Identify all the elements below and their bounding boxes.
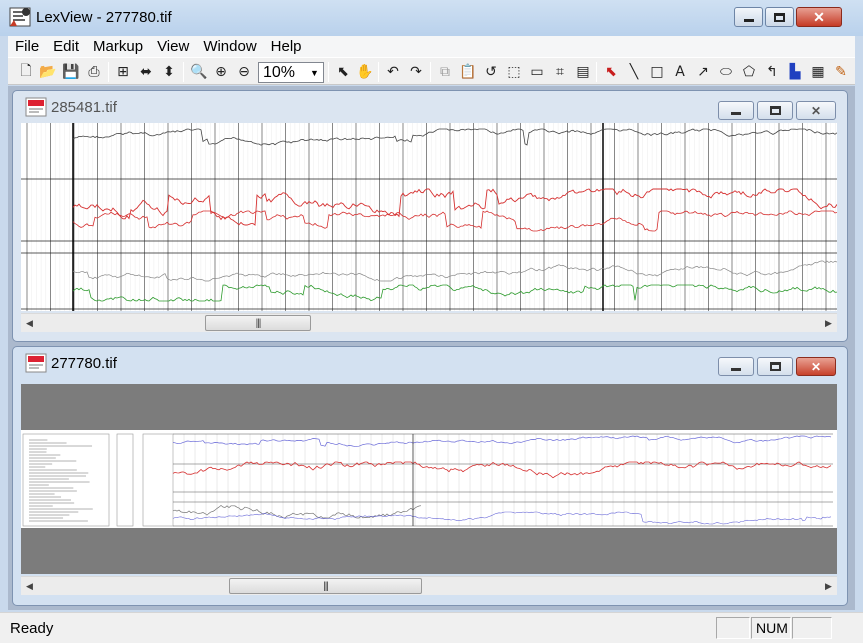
save-icon[interactable]: 💾: [62, 63, 80, 81]
select-all-icon[interactable]: ▭: [528, 63, 546, 81]
fit-width-icon[interactable]: ⬌: [137, 63, 155, 81]
stamp-icon[interactable]: ▤: [574, 63, 592, 81]
close-button[interactable]: ✕: [796, 101, 836, 120]
menu-markup[interactable]: Markup: [86, 38, 150, 55]
image-canvas[interactable]: [21, 384, 837, 574]
menu-view[interactable]: View: [150, 38, 196, 55]
chevron-down-icon: ▼: [310, 67, 319, 78]
arrow-icon[interactable]: ↗: [694, 63, 712, 81]
scroll-thumb[interactable]: |||: [229, 578, 422, 594]
paste-icon[interactable]: 📋: [459, 63, 477, 81]
document-window-277780[interactable]: 277780.tif ✕ ◀ ||| ▶: [12, 346, 848, 606]
app-close-button[interactable]: ✕: [796, 7, 842, 27]
menu-bar: File Edit Markup View Window Help: [8, 36, 855, 57]
rectangle-icon[interactable]: □: [648, 63, 666, 81]
copy-icon[interactable]: ⧉: [436, 63, 454, 81]
rotate-left-icon[interactable]: ↶: [384, 63, 402, 81]
scroll-left-icon[interactable]: ◀: [21, 577, 38, 595]
well-log-image: [21, 123, 837, 311]
document-window-285481[interactable]: 285481.tif ✕ ◀ ||| ▶: [12, 90, 848, 342]
menu-edit[interactable]: Edit: [46, 38, 86, 55]
scroll-right-icon[interactable]: ▶: [820, 314, 837, 332]
rotate-right-icon[interactable]: ↷: [407, 63, 425, 81]
scroll-thumb[interactable]: |||: [205, 315, 311, 331]
note-icon[interactable]: ▦: [809, 63, 827, 81]
fit-height-icon[interactable]: ⬍: [160, 63, 178, 81]
select-icon[interactable]: ⬉: [334, 63, 352, 81]
maximize-button[interactable]: [757, 101, 793, 120]
window-title: 277780.tif: [51, 355, 117, 372]
freehand-icon[interactable]: ↰: [763, 63, 781, 81]
crop-icon[interactable]: ⌗: [551, 63, 569, 81]
ellipse-icon[interactable]: ⬭: [717, 63, 735, 81]
app-maximize-button[interactable]: [765, 7, 794, 27]
num-indicator: NUM: [751, 617, 791, 639]
zoom-area-icon[interactable]: 🔍: [190, 63, 208, 81]
pen-icon[interactable]: ✎: [832, 63, 850, 81]
doc-icon: [25, 97, 47, 117]
line-icon[interactable]: ╲: [625, 63, 643, 81]
maximize-button[interactable]: [757, 357, 793, 376]
zoom-select[interactable]: 10% ▼: [258, 62, 324, 83]
text-icon[interactable]: A: [671, 63, 689, 81]
status-bar: Ready NUM: [0, 612, 863, 643]
menu-help[interactable]: Help: [264, 38, 309, 55]
fit-page-icon[interactable]: ⊞: [114, 63, 132, 81]
undo-icon[interactable]: ↺: [482, 63, 500, 81]
menu-window[interactable]: Window: [196, 38, 263, 55]
polygon-icon[interactable]: ⬠: [740, 63, 758, 81]
toolbar: 🗋 📂 💾 ⎙ ⊞ ⬌ ⬍ 🔍 ⊕ ⊖ 10% ▼ ⬉ ✋ ↶ ↷ ⧉ 📋 ↺ …: [8, 57, 855, 85]
new-icon[interactable]: 🗋: [17, 63, 35, 81]
zoom-in-icon[interactable]: ⊕: [212, 63, 230, 81]
zoom-value: 10%: [263, 64, 296, 81]
zoom-out-icon[interactable]: ⊖: [235, 63, 253, 81]
minimize-button[interactable]: [718, 357, 754, 376]
status-text: Ready: [10, 620, 54, 637]
pointer-arrow-icon[interactable]: ⬉: [602, 63, 620, 81]
image-canvas[interactable]: [21, 123, 837, 311]
scroll-indicator: [792, 617, 832, 639]
pan-hand-icon[interactable]: ✋: [356, 63, 374, 81]
print-icon[interactable]: ⎙: [85, 63, 103, 81]
lexview-logo-icon: [9, 7, 31, 27]
open-icon[interactable]: 📂: [39, 63, 57, 81]
highlight-icon[interactable]: ▙: [786, 63, 804, 81]
app-title-bar: LexView - 277780.tif ✕: [0, 0, 863, 36]
menu-file[interactable]: File: [8, 38, 46, 55]
close-button[interactable]: ✕: [796, 357, 836, 376]
window-title: 285481.tif: [51, 99, 117, 116]
app-minimize-button[interactable]: [734, 7, 763, 27]
close-icon: ✕: [813, 8, 825, 25]
horizontal-scrollbar[interactable]: ◀ ||| ▶: [21, 313, 837, 332]
scroll-left-icon[interactable]: ◀: [21, 314, 38, 332]
caps-indicator: [716, 617, 750, 639]
select-rect-icon[interactable]: ⬚: [505, 63, 523, 81]
well-log-thumbnail: [21, 430, 837, 528]
app-title: LexView - 277780.tif: [36, 9, 172, 26]
scroll-right-icon[interactable]: ▶: [820, 577, 837, 595]
close-icon: ✕: [810, 359, 822, 374]
doc-icon: [25, 353, 47, 373]
close-icon: ✕: [810, 103, 822, 118]
horizontal-scrollbar[interactable]: ◀ ||| ▶: [21, 576, 837, 595]
minimize-button[interactable]: [718, 101, 754, 120]
